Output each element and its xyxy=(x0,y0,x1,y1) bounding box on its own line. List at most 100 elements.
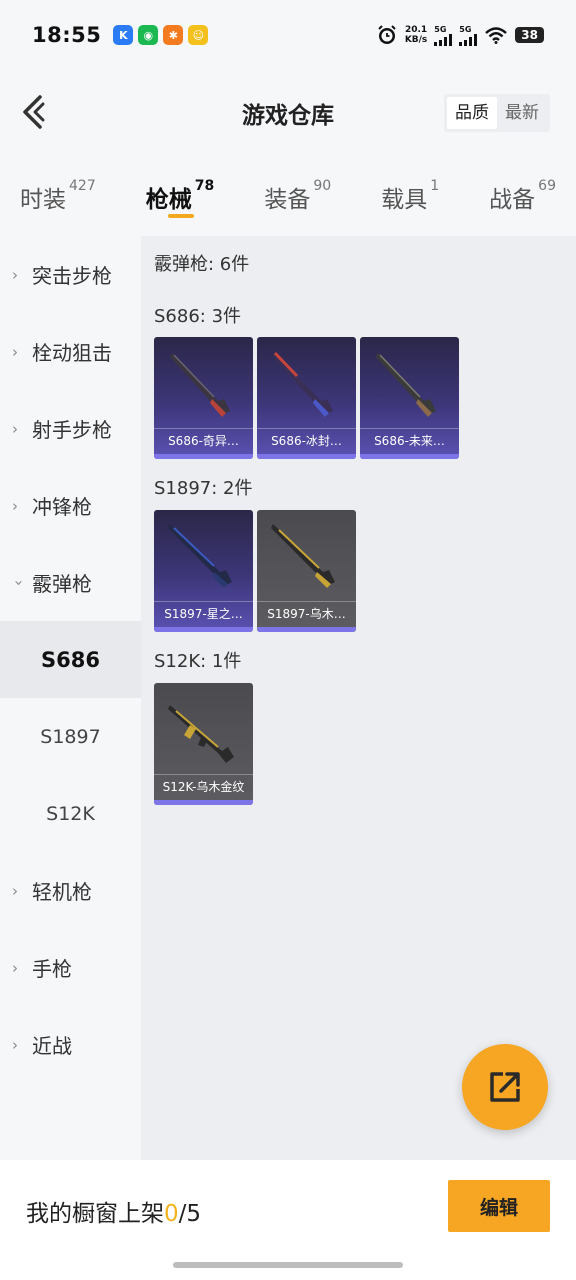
shotgun-icon xyxy=(273,351,333,417)
network-speed: 20.1 KB/s xyxy=(405,25,427,45)
item-card[interactable]: S1897-乌木… xyxy=(257,510,356,632)
wechat-icon: ◉ xyxy=(138,25,159,45)
status-indicators: 20.1 KB/s 5G 5G 38 xyxy=(376,24,544,46)
tab-equipment[interactable]: 装备 90 xyxy=(264,156,331,236)
shotgun-icon xyxy=(168,524,232,588)
sort-option-quality[interactable]: 品质 xyxy=(447,97,497,129)
item-card[interactable]: S12K-乌木金纹 xyxy=(154,683,253,805)
shotgun-icon xyxy=(271,524,335,588)
showcase-label: 我的橱窗上架 xyxy=(26,1201,164,1227)
tab-count: 427 xyxy=(69,178,96,194)
showcase-count-current: 0 xyxy=(164,1201,179,1227)
edit-button[interactable]: 编辑 xyxy=(448,1180,550,1232)
sidebar-item-melee[interactable]: › 近战 xyxy=(0,1006,141,1083)
item-card[interactable]: S1897-星之… xyxy=(154,510,253,632)
sidebar-item-label: 冲锋枪 xyxy=(32,495,92,519)
sidebar-item-shotgun[interactable]: › 霰弹枪 xyxy=(0,544,141,621)
group-title-s1897: S1897: 2件 xyxy=(154,478,253,499)
showcase-count-total: /5 xyxy=(178,1201,202,1227)
chevron-right-icon: › xyxy=(12,881,18,900)
item-card[interactable]: S686-冰封… xyxy=(257,337,356,459)
sidebar-item-label: 射手步枪 xyxy=(32,418,112,442)
chevron-right-icon: › xyxy=(12,342,18,361)
rarity-bar xyxy=(257,627,356,632)
rarity-bar xyxy=(360,454,459,459)
sidebar-subitem-s686[interactable]: S686 xyxy=(0,621,141,698)
active-tab-indicator xyxy=(167,214,194,218)
sidebar-subitem-s1897[interactable]: S1897 xyxy=(0,698,141,775)
shotgun-icon xyxy=(170,353,230,417)
group-title-s686: S686: 3件 xyxy=(154,306,242,327)
sidebar-item-lmg[interactable]: › 轻机枪 xyxy=(0,852,141,929)
rarity-bar xyxy=(154,627,253,632)
item-name: S686-冰封… xyxy=(257,428,356,454)
item-card[interactable]: S686-未来… xyxy=(360,337,459,459)
sidebar-subitem-s12k[interactable]: S12K xyxy=(0,775,141,852)
sidebar-item-label: 栓动狙击 xyxy=(32,341,112,365)
tab-label: 枪械 xyxy=(145,187,192,213)
rarity-bar xyxy=(257,454,356,459)
tab-count: 78 xyxy=(194,178,215,194)
tab-label: 时装 xyxy=(20,187,66,213)
tab-fashion[interactable]: 时装 427 xyxy=(20,156,96,236)
net-speed-unit: KB/s xyxy=(404,35,428,45)
chevron-right-icon: › xyxy=(12,419,18,438)
home-indicator[interactable] xyxy=(173,1262,403,1268)
sidebar-item-label: S686 xyxy=(41,647,100,672)
sim2-label: 5G xyxy=(459,24,472,34)
category-tabs: 时装 427 枪械 78 装备 90 载具 1 战备 69 xyxy=(0,156,576,236)
chevron-down-icon: › xyxy=(10,579,28,586)
tab-count: 90 xyxy=(313,178,332,194)
status-app-icons: K ◉ ✱ ☺ xyxy=(113,25,209,45)
tab-label: 装备 xyxy=(264,187,311,213)
shotgun-icon xyxy=(376,353,436,417)
sidebar-item-marksman-rifle[interactable]: › 射手步枪 xyxy=(0,390,141,467)
header-bar: 游戏仓库 品质 最新 xyxy=(0,70,576,156)
sidebar-item-label: 近战 xyxy=(32,1034,72,1058)
tab-label: 载具 xyxy=(381,187,428,213)
chevron-right-icon: › xyxy=(12,265,18,284)
alarm-icon xyxy=(378,25,396,44)
item-card[interactable]: S686-奇异… xyxy=(154,337,253,459)
chevron-right-icon: › xyxy=(12,1035,18,1054)
showcase-footer: 我的橱窗上架0/5 编辑 xyxy=(0,1160,576,1280)
sidebar-item-label: 手枪 xyxy=(32,957,72,981)
rarity-bar xyxy=(154,454,253,459)
orange-app-icon: ✱ xyxy=(163,25,184,45)
tab-vehicles[interactable]: 载具 1 xyxy=(381,156,439,236)
sidebar-item-assault-rifle[interactable]: › 突击步枪 xyxy=(0,236,141,313)
signal-2-icon: 5G xyxy=(459,24,478,46)
chevron-right-icon: › xyxy=(12,496,18,515)
yellow-app-icon: ☺ xyxy=(188,25,209,45)
rarity-bar xyxy=(154,800,253,805)
net-speed-value: 20.1 xyxy=(404,25,428,35)
tab-combat-supplies[interactable]: 战备 69 xyxy=(489,156,556,236)
item-name: S686-奇异… xyxy=(154,428,253,454)
sidebar-item-pistol[interactable]: › 手枪 xyxy=(0,929,141,1006)
status-time: 18:55 xyxy=(32,23,102,47)
item-name: S686-未来… xyxy=(360,428,459,454)
sidebar-item-smg[interactable]: › 冲锋枪 xyxy=(0,467,141,544)
item-name: S1897-星之… xyxy=(154,601,253,627)
category-summary: 霰弹枪: 6件 xyxy=(154,254,250,275)
weapon-type-sidebar: › 突击步枪 › 栓动狙击 › 射手步枪 › 冲锋枪 › 霰弹枪 S686 S1… xyxy=(0,236,141,1160)
k-app-icon: K xyxy=(113,25,134,45)
item-name: S1897-乌木… xyxy=(257,601,356,627)
sidebar-item-bolt-sniper[interactable]: › 栓动狙击 xyxy=(0,313,141,390)
item-grid-panel: 霰弹枪: 6件 S686: 3件 S686-奇异… S686-冰封… S686-… xyxy=(141,236,576,1160)
item-name: S12K-乌木金纹 xyxy=(154,774,253,800)
wifi-icon xyxy=(485,27,508,44)
sidebar-item-label: 突击步枪 xyxy=(32,264,112,288)
group-title-s12k: S12K: 1件 xyxy=(154,651,242,672)
sim1-label: 5G xyxy=(434,24,447,34)
signal-1-icon: 5G xyxy=(434,24,453,46)
showcase-status: 我的橱窗上架0/5 xyxy=(26,1194,201,1228)
share-button[interactable] xyxy=(462,1044,548,1130)
sort-option-newest[interactable]: 最新 xyxy=(497,97,547,129)
sidebar-item-label: S12K xyxy=(46,802,95,825)
chevron-right-icon: › xyxy=(12,958,18,977)
tab-count: 69 xyxy=(538,178,556,194)
tab-count: 1 xyxy=(430,178,440,194)
tab-firearms[interactable]: 枪械 78 xyxy=(146,156,214,236)
shotgun-icon xyxy=(168,705,234,763)
